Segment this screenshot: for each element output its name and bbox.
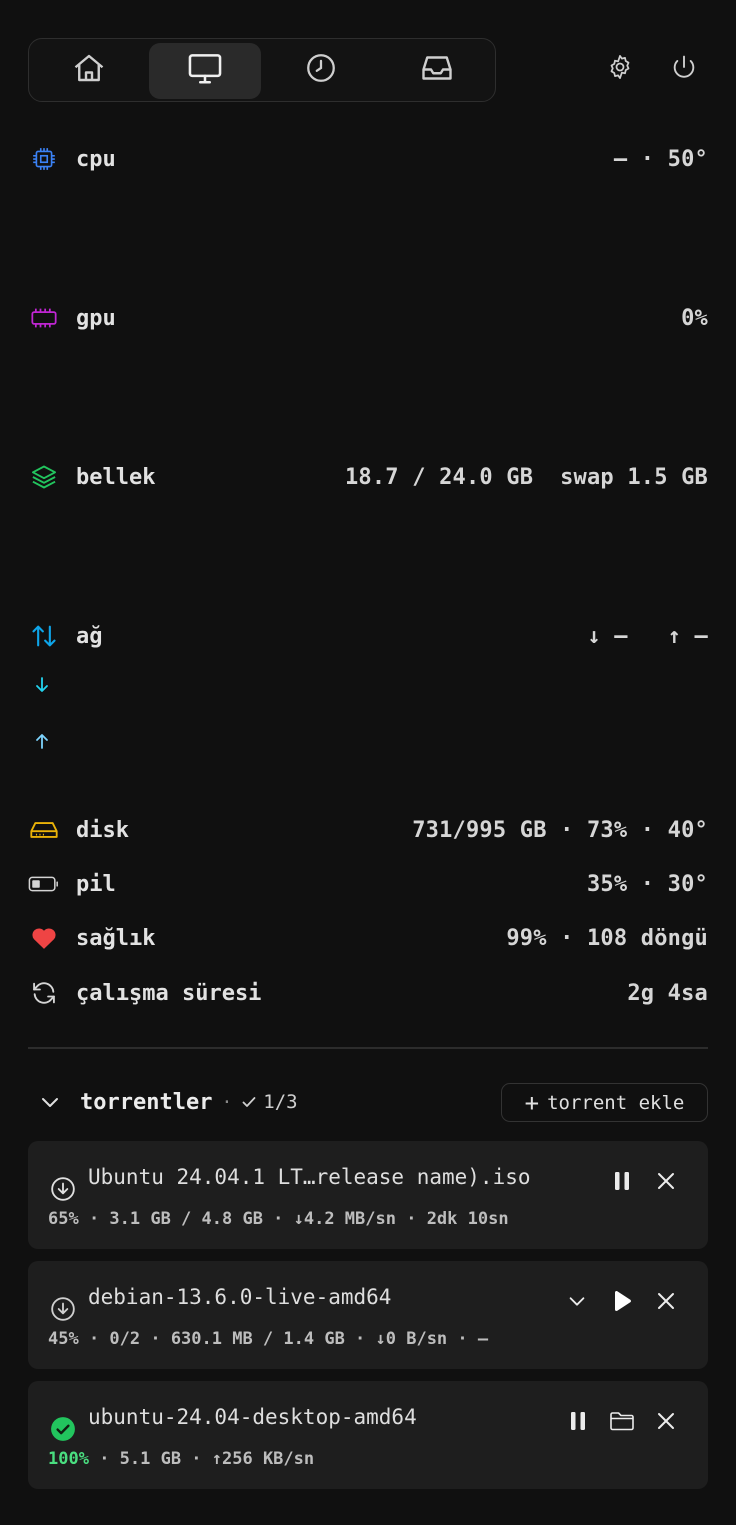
download-series-icon	[30, 673, 54, 697]
health-row: sağlık 99% · 108 döngü	[28, 918, 708, 958]
check-icon	[241, 1094, 257, 1110]
home-icon	[71, 50, 107, 92]
monitor-icon	[186, 49, 224, 93]
torrents-title: torrentler	[80, 1089, 213, 1115]
separator-dot: ·	[221, 1091, 233, 1113]
play-button[interactable]	[604, 1283, 640, 1319]
tab-inbox[interactable]	[381, 43, 493, 99]
gpu-icon	[28, 302, 60, 334]
tab-system[interactable]	[149, 43, 261, 99]
uptime-row: çalışma süresi 2g 4sa	[28, 973, 708, 1013]
tab-home[interactable]	[33, 43, 145, 99]
plus-icon: +	[524, 1088, 540, 1117]
expand-chevron-icon[interactable]	[559, 1283, 595, 1319]
pause-button[interactable]	[604, 1163, 640, 1199]
memory-label: bellek	[76, 464, 156, 490]
folder-icon[interactable]	[604, 1403, 640, 1439]
download-circle-icon	[48, 1294, 78, 1324]
torrent-meta: 100% · 5.1 GB · ↑256 KB/sn	[48, 1449, 314, 1469]
uptime-label: çalışma süresi	[76, 980, 262, 1006]
torrent-item[interactable]: ubuntu-24.04-desktop-amd64 100% · 5.1 GB…	[28, 1381, 708, 1489]
torrent-meta: 45% · 0/2 · 630.1 MB / 1.4 GB · ↓0 B/sn …	[48, 1329, 489, 1349]
uptime-value: 2g 4sa	[627, 980, 708, 1006]
pause-button[interactable]	[560, 1403, 596, 1439]
network-row: ağ ↓ — ↑ —	[28, 616, 708, 656]
close-icon[interactable]	[648, 1283, 684, 1319]
disk-value: 731/995 GB · 73% · 40°	[412, 817, 708, 843]
torrents-count: 1/3	[263, 1091, 298, 1113]
close-icon[interactable]	[648, 1403, 684, 1439]
refresh-icon	[28, 977, 60, 1009]
upload-series-icon	[30, 729, 54, 753]
memory-row: bellek 18.7 / 24.0 GB swap 1.5 GB	[28, 457, 708, 497]
network-label: ağ	[76, 623, 103, 649]
view-switcher	[28, 38, 496, 102]
torrent-name: debian-13.6.0-live-amd64	[88, 1285, 392, 1309]
section-divider	[28, 1047, 708, 1049]
add-torrent-button[interactable]: + torrent ekle	[501, 1083, 708, 1122]
tab-history[interactable]	[265, 43, 377, 99]
torrent-item[interactable]: debian-13.6.0-live-amd64 45% · 0/2 · 630…	[28, 1261, 708, 1369]
disk-row: disk 731/995 GB · 73% · 40°	[28, 810, 708, 850]
gpu-label: gpu	[76, 305, 116, 331]
battery-icon	[28, 868, 60, 900]
arrows-up-down-icon	[28, 620, 60, 652]
cpu-icon	[28, 143, 60, 175]
close-icon[interactable]	[648, 1163, 684, 1199]
heart-icon	[28, 922, 60, 954]
add-torrent-label: torrent ekle	[547, 1091, 685, 1114]
health-label: sağlık	[76, 925, 156, 951]
torrent-name: ubuntu-24.04-desktop-amd64	[88, 1405, 417, 1429]
check-circle-icon	[48, 1414, 78, 1444]
gpu-row: gpu 0%	[28, 298, 708, 338]
gpu-value: 0%	[681, 305, 708, 331]
memory-value: 18.7 / 24.0 GB swap 1.5 GB	[344, 464, 708, 490]
power-button[interactable]	[666, 52, 702, 88]
network-upload-value: ↑ —	[667, 623, 708, 649]
cpu-label: cpu	[76, 146, 116, 172]
cpu-row: cpu — · 50°	[28, 139, 708, 179]
battery-label: pil	[76, 871, 116, 897]
chevron-down-icon[interactable]	[38, 1090, 62, 1114]
cpu-value: — · 50°	[613, 146, 708, 172]
torrent-item[interactable]: Ubuntu 24.04.1 LT…release name).iso 65% …	[28, 1141, 708, 1249]
torrent-meta: 65% · 3.1 GB / 4.8 GB · ↓4.2 MB/sn · 2dk…	[48, 1209, 509, 1229]
power-icon	[670, 53, 698, 87]
hard-drive-icon	[28, 814, 60, 846]
torrent-meta-rest: · 5.1 GB · ↑256 KB/sn	[88, 1449, 315, 1469]
settings-button[interactable]	[602, 52, 638, 88]
torrent-name: Ubuntu 24.04.1 LT…release name).iso	[88, 1165, 531, 1189]
health-value: 99% · 108 döngü	[506, 925, 708, 951]
disk-label: disk	[76, 817, 129, 843]
network-download-value: ↓ —	[587, 623, 628, 649]
inbox-icon	[419, 50, 455, 92]
battery-row: pil 35% · 30°	[28, 864, 708, 904]
torrent-progress: 100%	[48, 1449, 89, 1469]
download-circle-icon	[48, 1174, 78, 1204]
gear-icon	[606, 53, 634, 87]
clock-icon	[304, 51, 338, 91]
layers-icon	[28, 461, 60, 493]
battery-value: 35% · 30°	[586, 871, 708, 897]
